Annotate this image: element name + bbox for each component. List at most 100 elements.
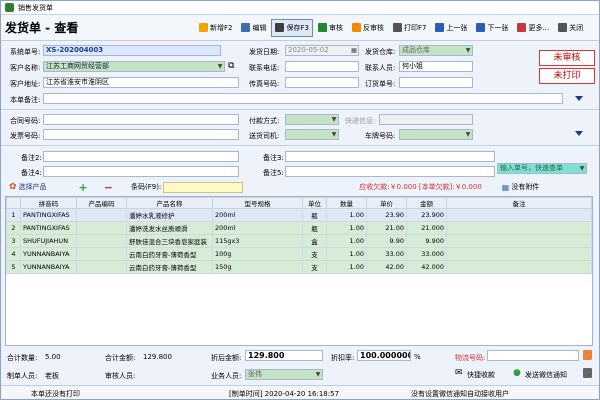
address-field[interactable]: 江苏省淮安市淮阴区 [43,77,239,88]
customer-card-icon[interactable]: ⧉ [228,61,234,71]
table-cell[interactable]: 1.00 [326,208,367,222]
table-row[interactable]: 3 SHUFUJIAHUN 舒肤佳混合三块香皂家庭装 115gx3 盒 1.00 9.90 9… [6,234,592,248]
remark5-field[interactable] [285,166,495,177]
table-cell[interactable]: 4 [6,247,21,261]
expand-arrow-icon[interactable] [575,131,583,136]
col-name[interactable]: 产品名称 [126,197,213,209]
table-cell[interactable]: 瓶 [302,208,327,222]
table-cell[interactable]: 潘婷水乳液修护 [126,208,213,222]
table-row[interactable]: 1 PANTINGXIFAS 潘婷水乳液修护 200ml 瓶 1.00 23.90 23.90… [6,208,592,222]
table-cell[interactable]: 3 [6,234,21,248]
table-cell[interactable]: YUNNANBAIYA [20,247,77,261]
table-row[interactable]: 2 PANTINGXIFAS 潘婷洗发水丝质顺滑 200ml 瓶 1.00 21.00 21.… [6,221,592,235]
tracking-field[interactable] [487,350,579,361]
sys-no-field[interactable]: XS-202004003 [43,45,221,56]
table-cell[interactable]: PANTINGXIFAS [20,221,77,235]
customer-select[interactable]: 江苏工商网贸经营部 ▼ [43,61,225,72]
table-cell[interactable]: 23.90 [366,208,407,222]
remark2-field[interactable] [43,151,239,162]
contact-phone-field[interactable] [285,61,359,72]
attachment-link[interactable]: 没有附件 [511,182,539,192]
order-no-field[interactable] [399,77,473,88]
table-cell[interactable] [446,221,592,235]
col-qty[interactable]: 数量 [326,197,367,209]
table-cell[interactable]: 舒肤佳混合三块香皂家庭装 [126,234,213,248]
col-price[interactable]: 单价 [366,197,407,209]
table-cell[interactable]: 瓶 [302,221,327,235]
table-cell[interactable]: 1.00 [326,234,367,248]
col-code[interactable]: 产品编码 [76,197,127,209]
table-cell[interactable]: 1 [6,208,21,222]
table-cell[interactable]: 42.00 [366,260,407,274]
more-button[interactable]: 更多... [513,19,553,37]
table-cell[interactable] [446,234,592,248]
barcode-input[interactable] [163,181,244,193]
driver-select[interactable]: ▼ [285,129,339,140]
print-button[interactable]: 打印F7 [389,19,430,37]
table-cell[interactable]: 5 [6,260,21,274]
select-product-button[interactable]: 选择产品 [19,182,47,192]
expand-arrow-icon[interactable] [575,96,583,101]
edit-button[interactable]: 编辑 [237,19,270,37]
quick-search-input[interactable]: 输入单号，快速查单 ▼ [497,163,587,174]
express-field[interactable] [379,114,473,125]
table-row[interactable]: 4 YUNNANBAIYA 云南白药牙膏-薄荷香型 100g 支 1.00 33.00 33.… [6,247,592,261]
table-cell[interactable]: 200ml [212,221,303,235]
table-cell[interactable] [76,208,127,222]
table-cell[interactable] [76,234,127,248]
table-cell[interactable]: 23.900 [406,208,447,222]
warehouse-select[interactable]: 成品仓库 ▼ [399,45,473,56]
unaudit-button[interactable]: 反审核 [348,19,388,37]
table-cell[interactable]: 支 [302,247,327,261]
table-cell[interactable]: 1.00 [326,247,367,261]
contract-field[interactable] [43,114,239,125]
table-cell[interactable]: 云南白药牙膏-薄荷香型 [126,247,213,261]
col-remark[interactable]: 备注 [446,197,592,209]
save-button[interactable]: 保存F3 [271,18,313,37]
quick-receive-button[interactable]: 快捷收款 [467,370,495,380]
calendar-icon[interactable]: ▦ [350,46,358,55]
remark-field[interactable] [43,93,563,104]
col-amount[interactable]: 金额 [406,197,447,209]
ship-date-field[interactable]: 2020-05-02 ▦ [285,45,359,56]
table-cell[interactable]: YUNNANBAIYA [20,260,77,274]
wechat-notify-button[interactable]: 发送微信通知 [525,370,567,380]
table-cell[interactable]: 1.00 [326,260,367,274]
sales-select[interactable]: 张伟 ▼ [245,369,323,380]
col-spec[interactable]: 型号规格 [212,197,303,209]
add-row-icon[interactable]: + [79,181,88,194]
table-cell[interactable]: 盒 [302,234,327,248]
table-cell[interactable] [76,260,127,274]
table-cell[interactable]: 21.00 [366,221,407,235]
table-cell[interactable]: 9.90 [366,234,407,248]
table-cell[interactable]: 33.000 [406,247,447,261]
table-cell[interactable]: 支 [302,260,327,274]
prev-button[interactable]: 上一张 [431,19,471,37]
table-cell[interactable]: 21.000 [406,221,447,235]
col-pinyin[interactable]: 拼音码 [20,197,77,209]
discount-rate-field[interactable]: 100.000000 [357,350,411,361]
next-button[interactable]: 下一张 [472,19,512,37]
pay-select[interactable]: ▼ [285,114,339,125]
table-cell[interactable]: 200ml [212,208,303,222]
col-unit[interactable]: 单位 [302,197,327,209]
table-cell[interactable]: PANTINGXIFAS [20,208,77,222]
table-cell[interactable] [76,247,127,261]
plate-select[interactable]: ▼ [399,129,473,140]
table-cell[interactable] [446,247,592,261]
fax-field[interactable] [285,77,359,88]
table-cell[interactable]: 42.000 [406,260,447,274]
table-cell[interactable]: 115gx3 [212,234,303,248]
table-cell[interactable]: 2 [6,221,21,235]
table-cell[interactable]: 潘婷洗发水丝质顺滑 [126,221,213,235]
delete-row-icon[interactable]: − [104,181,113,194]
table-cell[interactable]: 9.900 [406,234,447,248]
table-cell[interactable]: 150g [212,260,303,274]
contact-field[interactable]: 何小姐 [399,61,473,72]
table-row[interactable]: 5 YUNNANBAIYA 云南白药牙膏-薄荷香型 150g 支 1.00 42.00 42.… [6,260,592,274]
table-cell[interactable]: 1.00 [326,221,367,235]
invoice-field[interactable] [43,129,239,140]
table-cell[interactable] [446,208,592,222]
remark3-field[interactable] [285,151,495,162]
table-cell[interactable]: 云南白药牙膏-薄荷香型 [126,260,213,274]
